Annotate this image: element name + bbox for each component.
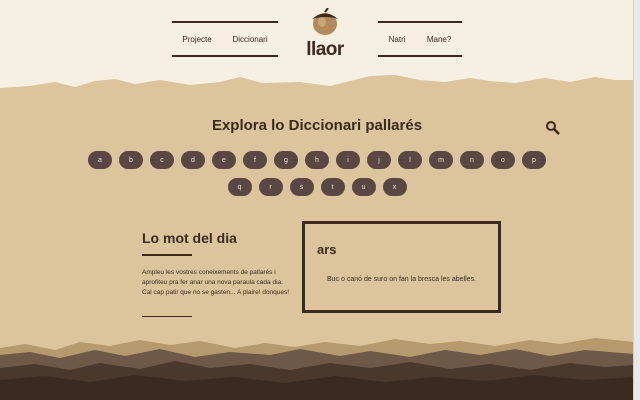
letter-button-l[interactable]: l [398,151,422,169]
letters-row-1: a b c d e f g h i j l m n o p [0,151,634,169]
letter-button-a[interactable]: a [88,151,112,169]
letter-button-d[interactable]: d [181,151,205,169]
word-of-day-description: Ampleu les vostres coneixements de palla… [142,269,290,296]
search-button[interactable] [545,120,561,136]
letter-button-q[interactable]: q [227,178,252,196]
word-of-day-definition: Buc o canó de suro on fan la bresca les … [326,276,477,283]
letter-button-e[interactable]: e [212,151,236,169]
letter-button-p[interactable]: p [522,151,546,169]
letter-button-b[interactable]: b [119,151,143,169]
letter-button-c[interactable]: c [150,151,174,169]
site-header: Projecte Diccionari llaor Natri Mane? [0,0,634,100]
letters-row-2: q r s t u x [0,178,634,196]
word-of-day-word: ars [317,242,337,257]
site-logo[interactable]: llaor [303,7,347,61]
search-icon [546,121,560,135]
logo-text: llaor [306,39,344,60]
nav-link-diccionari[interactable]: Diccionari [232,35,267,44]
nav-left: Projecte Diccionari [172,21,278,57]
acorn-icon [312,7,338,35]
word-of-day-heading: Lo mot del dia [142,230,237,246]
letter-button-j[interactable]: j [367,151,391,169]
letter-button-r[interactable]: r [258,178,283,196]
letter-button-n[interactable]: n [460,151,484,169]
letter-button-h[interactable]: h [305,151,329,169]
letter-button-f[interactable]: f [243,151,267,169]
letter-button-o[interactable]: o [491,151,515,169]
nav-link-projecte[interactable]: Projecte [182,35,211,44]
letter-button-x[interactable]: x [382,178,407,196]
nav-link-mane[interactable]: Mane? [427,35,451,44]
letter-button-i[interactable]: i [336,151,360,169]
dictionary-title: Explora lo Diccionari pallarés [211,117,423,134]
letter-button-m[interactable]: m [429,151,453,169]
footer-mountains [0,338,634,400]
nav-right: Natri Mane? [378,21,462,57]
nav-link-natri[interactable]: Natri [389,35,406,44]
description-divider [142,316,192,317]
word-of-day-card: ars Buc o canó de suro on fan la bresca … [302,221,501,313]
scrollbar[interactable] [633,0,640,400]
letter-button-s[interactable]: s [289,178,314,196]
letter-button-u[interactable]: u [351,178,376,196]
letter-button-t[interactable]: t [320,178,345,196]
header-mountain-edge [0,75,634,100]
heading-divider [142,254,192,256]
letter-button-g[interactable]: g [274,151,298,169]
